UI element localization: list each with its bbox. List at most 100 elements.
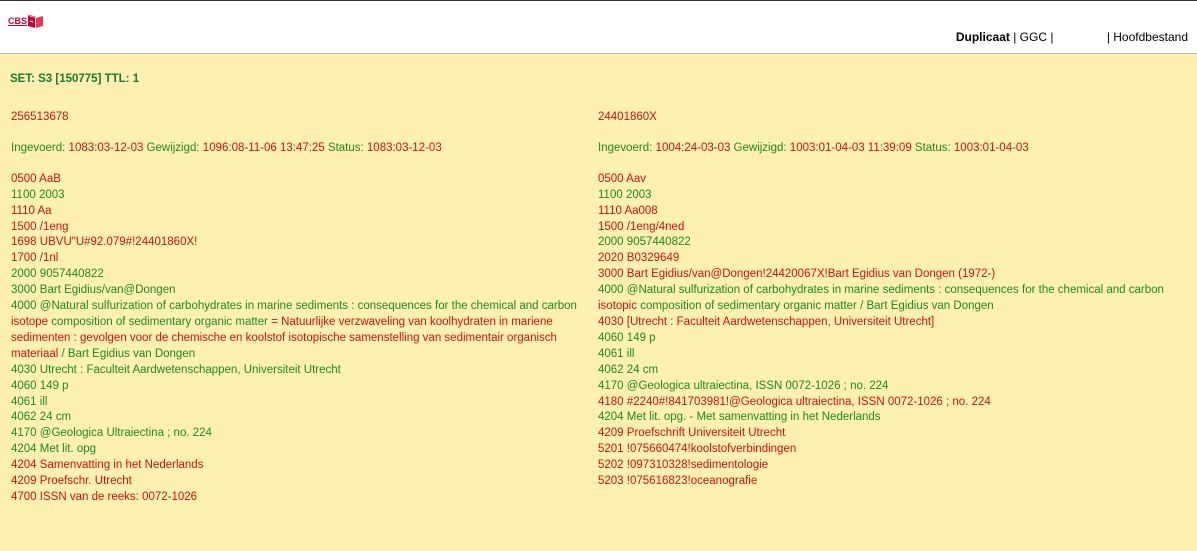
- field-value: ill: [626, 347, 635, 360]
- field-code: 3000: [11, 284, 37, 297]
- field-value: @Geologica Ultraiectina ; no. 224: [39, 427, 212, 440]
- field-value: 24 cm: [626, 363, 659, 376]
- record-meta: Ingevoerd: 1083:03-12-03 Gewijzigd: 1096…: [11, 141, 586, 157]
- field-value: Proefschr. Utrecht: [39, 475, 132, 488]
- status-value: 1003:01-04-03: [953, 141, 1029, 154]
- ingevoerd-label: Ingevoerd:: [11, 141, 69, 154]
- field-value: Samenvatting in het Nederlands: [39, 459, 204, 472]
- field-code: 1110: [11, 204, 35, 217]
- field-code: 4209: [598, 427, 624, 440]
- field-line-1500: 1500 /1eng: [11, 220, 586, 236]
- field-line-0500: 0500 Aav: [598, 172, 1168, 188]
- field-code: 5201: [598, 443, 624, 456]
- field-code: 1500: [598, 220, 624, 233]
- book-icon: [28, 14, 44, 28]
- field-value: Met lit. opg: [39, 443, 97, 456]
- nav-hoofdbestand[interactable]: | Hoofdbestand: [1107, 30, 1188, 44]
- field-value: Bart Egidius/van@Dongen: [39, 284, 176, 297]
- field-line-4204: 4204 Met lit. opg: [11, 442, 586, 458]
- field-line-4030: 4030 Utrecht : Faculteit Aardwetenschapp…: [11, 363, 586, 379]
- field-code: 4000: [11, 300, 37, 313]
- field-line-5202: 5202 !097310328!sedimentologie: [598, 458, 1168, 474]
- field-code: 1500: [11, 220, 37, 233]
- header-bar: CBS Duplicaat | GGC | | Hoofdbestand: [0, 0, 1197, 54]
- field-value: Aav: [626, 172, 646, 185]
- field-value: Aa008: [624, 204, 658, 217]
- field-line-0500: 0500 AaB: [11, 172, 586, 188]
- field-value: 24 cm: [39, 411, 72, 424]
- field-value: /1eng/4ned: [626, 220, 685, 233]
- field-code: 3000: [598, 268, 624, 281]
- field-value: 2003: [625, 188, 652, 201]
- ingevoerd-value: 1004:24-03-03: [655, 141, 731, 154]
- field-value: Bart Egidius/van@Dongen!24420067X!Bart E…: [626, 268, 996, 281]
- field-value: 9057440822: [39, 268, 104, 281]
- field-line-5201: 5201 !075660474!koolstofverbindingen: [598, 442, 1168, 458]
- record-id: 256513678: [11, 111, 69, 123]
- field-line-4170: 4170 @Geologica Ultraiectina ; no. 224: [11, 426, 586, 442]
- field-value: Aa: [37, 204, 52, 217]
- field-value: ISSN van de reeks: 0072-1026: [39, 490, 198, 503]
- field-line-4000: 4000 @Natural sulfurization of carbohydr…: [598, 283, 1168, 315]
- top-nav: Duplicaat | GGC | | Hoofdbestand: [956, 30, 1188, 44]
- nav-duplicaat[interactable]: Duplicaat: [956, 30, 1010, 44]
- gewijzigd-label: Gewijzigd:: [730, 141, 790, 154]
- field-code: 2000: [598, 236, 624, 249]
- field-line-4209: 4209 Proefschr. Utrecht: [11, 474, 586, 490]
- field-value: 149 p: [39, 379, 69, 392]
- field-value: ill: [39, 395, 48, 408]
- field-code: 1100: [598, 188, 623, 201]
- status-label: Status:: [324, 141, 367, 154]
- field-code: 1110: [598, 204, 622, 217]
- record-left: 256513678 Ingevoerd: 1083:03-12-03 Gewij…: [11, 110, 586, 506]
- field-code: 4061: [11, 395, 37, 408]
- field-line-3000: 3000 Bart Egidius/van@Dongen!24420067X!B…: [598, 267, 1168, 283]
- field-value: /1eng: [39, 220, 69, 233]
- field-line-4060: 4060 149 p: [11, 379, 586, 395]
- field-value: @Geologica ultraiectina, ISSN 0072-1026 …: [626, 379, 889, 392]
- field-value: Met lit. opg. - Met samenvatting in het …: [626, 411, 881, 424]
- field-value: [Utrecht : Faculteit Aardwetenschappen, …: [626, 315, 935, 328]
- field-value-segment: @Natural sulfurization of carbohydrates …: [39, 300, 577, 313]
- status-label: Status:: [911, 141, 954, 154]
- record-meta: Ingevoerd: 1004:24-03-03 Gewijzigd: 1003…: [598, 141, 1168, 157]
- field-value: UBVU"U#92.079#!24401860X!: [39, 236, 198, 249]
- field-value-segment: isotope: [11, 315, 49, 328]
- field-value-segment: composition of sedimentary organic matte…: [48, 315, 272, 328]
- field-line-4062: 4062 24 cm: [598, 363, 1168, 379]
- status-value: 1083:03-12-03: [366, 141, 442, 154]
- nav-ggc[interactable]: GGC: [1020, 30, 1047, 44]
- field-line-3000: 3000 Bart Egidius/van@Dongen: [11, 283, 586, 299]
- record-id: 24401860X: [598, 111, 657, 123]
- field-code: 4061: [598, 347, 624, 360]
- nav-gap: [1053, 30, 1106, 44]
- ingevoerd-value: 1083:03-12-03: [68, 141, 144, 154]
- field-list: 0500 Aav 1100 2003 1110 Aa008 1500 /1eng/4n…: [598, 172, 1168, 490]
- field-code: 4030: [11, 363, 37, 376]
- gewijzigd-label: Gewijzigd:: [143, 141, 203, 154]
- cbs-logo[interactable]: CBS: [8, 14, 44, 28]
- field-code: 4062: [598, 363, 624, 376]
- field-list: 0500 AaB 1100 2003 1110 Aa 1500 /1eng 1698 U…: [11, 172, 586, 506]
- field-line-1110: 1110 Aa: [11, 204, 586, 220]
- field-line-4030: 4030 [Utrecht : Faculteit Aardwetenschap…: [598, 315, 1168, 331]
- field-line-1100: 1100 2003: [598, 188, 1168, 204]
- field-line-1110: 1110 Aa008: [598, 204, 1168, 220]
- field-code: 4204: [11, 459, 37, 472]
- ingevoerd-label: Ingevoerd:: [598, 141, 656, 154]
- field-line-4062: 4062 24 cm: [11, 410, 586, 426]
- field-code: 4204: [11, 443, 37, 456]
- field-value: B0329649: [626, 252, 680, 265]
- gewijzigd-value: 1096:08-11-06 13:47:25: [202, 141, 325, 154]
- field-line-1100: 1100 2003: [11, 188, 586, 204]
- field-line-4209: 4209 Proefschrift Universiteit Utrecht: [598, 426, 1168, 442]
- field-value-segment: / Bart Egidius van Dongen: [58, 347, 196, 360]
- field-line-4061: 4061 ill: [598, 347, 1168, 363]
- field-line-2000: 2000 9057440822: [598, 235, 1168, 251]
- field-value: #2240#!841703981!@Geologica ultraiectina…: [626, 395, 991, 408]
- gewijzigd-value: 1003:01-04-03 11:39:09: [789, 141, 912, 154]
- field-value: 2003: [38, 188, 65, 201]
- field-value-segment: isotopic: [598, 300, 637, 313]
- field-line-4180: 4180 #2240#!841703981!@Geologica ultraie…: [598, 395, 1168, 411]
- field-value: 149 p: [626, 331, 656, 344]
